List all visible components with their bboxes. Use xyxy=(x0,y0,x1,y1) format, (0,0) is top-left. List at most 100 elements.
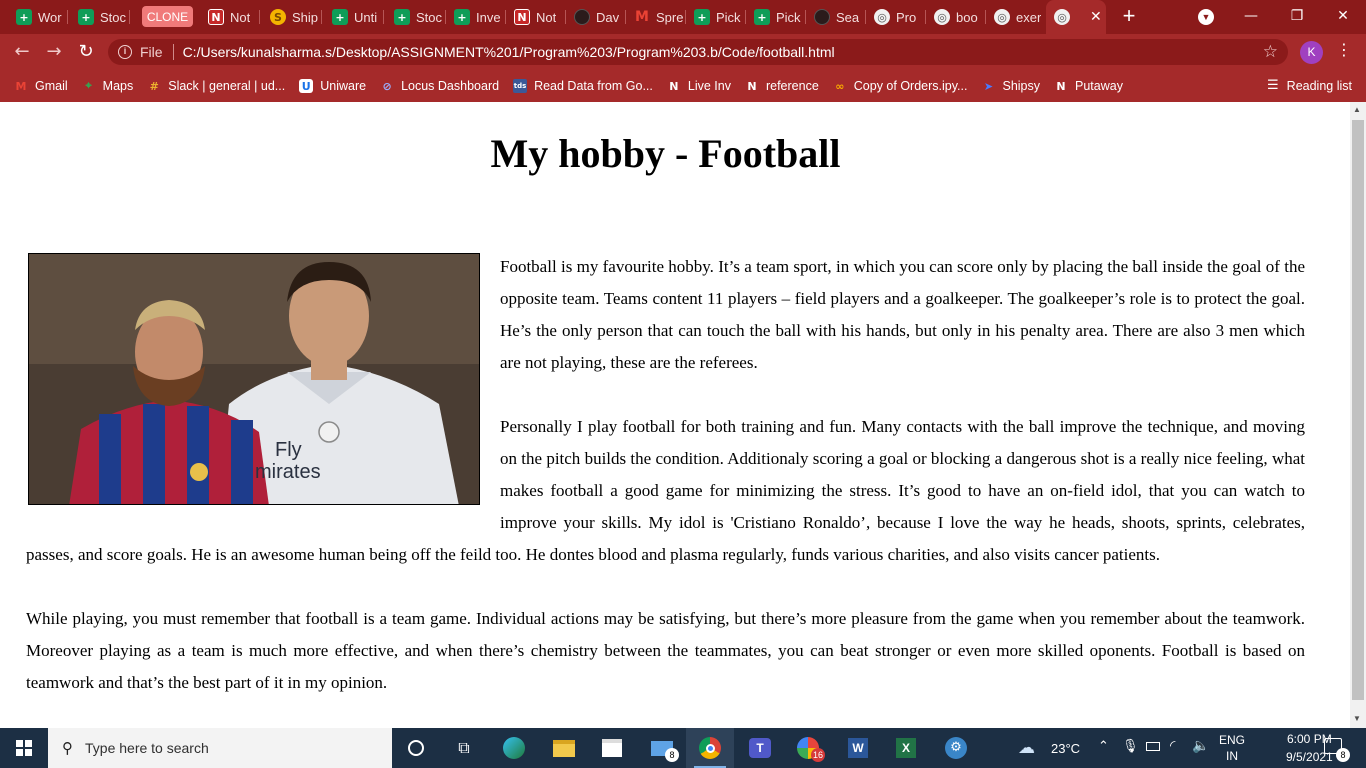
browser-tab[interactable]: + Pick xyxy=(746,4,806,30)
browser-tab[interactable]: M Spre xyxy=(626,4,686,30)
browser-tab[interactable]: N Not xyxy=(506,4,566,30)
cortana-icon[interactable] xyxy=(392,728,440,768)
address-bar[interactable]: i File C:/Users/kunalsharma.s/Desktop/AS… xyxy=(108,39,1288,65)
weather-temperature[interactable]: 23°C xyxy=(1051,741,1080,756)
shipsy-icon: S xyxy=(270,9,286,25)
browser-tab-strip: + Wor + Stoc CLONE N Not S Ship + Unti +… xyxy=(0,0,1366,34)
github-icon xyxy=(814,9,830,25)
colab-icon: ∞ xyxy=(835,79,845,93)
forward-icon[interactable]: → xyxy=(42,40,66,64)
uniware-icon: U xyxy=(299,79,314,93)
browser-toolbar: ← → ↻ i File C:/Users/kunalsharma.s/Desk… xyxy=(0,34,1366,70)
browser-tab[interactable]: + Wor xyxy=(8,4,68,30)
tab-search-icon[interactable]: ▼ xyxy=(1198,9,1214,25)
reload-icon[interactable]: ↻ xyxy=(74,40,98,64)
reading-list-button[interactable]: ☰ Reading list xyxy=(1267,78,1352,93)
wifi-icon[interactable]: ◜ xyxy=(1170,738,1175,754)
google-sheets-icon: + xyxy=(78,9,94,25)
bookmark-live-inv[interactable]: N Live Inv xyxy=(667,79,731,93)
chat-app-icon[interactable]: 16 xyxy=(784,728,832,768)
google-sheets-icon: + xyxy=(694,9,710,25)
browser-tab[interactable]: + Inve xyxy=(446,4,506,30)
taskbar-search[interactable]: ⚲ Type here to search xyxy=(48,728,392,768)
edge-icon[interactable] xyxy=(490,728,538,768)
bookmark-reference[interactable]: N reference xyxy=(745,79,818,93)
bookmark-copy-of-orders[interactable]: ∞ Copy of Orders.ipy... xyxy=(833,79,967,93)
battery-icon[interactable] xyxy=(1146,742,1160,751)
browser-tab[interactable]: + Stoc xyxy=(386,4,446,30)
profile-avatar[interactable]: K xyxy=(1300,41,1323,64)
tab-title: Not xyxy=(230,9,251,25)
scrollbar-thumb[interactable] xyxy=(1352,120,1364,700)
close-window-icon[interactable]: ✕ xyxy=(1320,0,1366,32)
weather-icon[interactable]: ☁ xyxy=(1018,738,1035,758)
google-sheets-icon: + xyxy=(454,9,470,25)
browser-tab[interactable]: + Stoc xyxy=(70,4,130,30)
app-settings-icon[interactable]: ⚙ xyxy=(932,728,980,768)
bookmark-locus-dashboard[interactable]: ⊘ Locus Dashboard xyxy=(380,79,499,93)
browser-tab[interactable]: + Pick xyxy=(686,4,746,30)
info-icon[interactable]: i xyxy=(118,45,132,59)
paragraph-teamwork: While playing, you must remember that fo… xyxy=(26,609,1305,692)
language-region: IN xyxy=(1226,749,1238,763)
back-icon[interactable]: ← xyxy=(10,40,34,64)
excel-icon[interactable]: X xyxy=(882,728,930,768)
page-scrollbar[interactable]: ▲ ▼ xyxy=(1350,102,1366,728)
tds-icon: tds xyxy=(513,79,528,93)
bookmark-read-data[interactable]: tds Read Data from Go... xyxy=(513,79,653,93)
google-sheets-icon: + xyxy=(394,9,410,25)
bookmark-shipsy[interactable]: ➤ Shipsy xyxy=(981,79,1040,93)
scroll-up-icon[interactable]: ▲ xyxy=(1353,105,1361,114)
tab-close-icon[interactable]: ✕ xyxy=(1090,9,1102,25)
reading-list-icon: ☰ xyxy=(1267,78,1279,93)
tab-title: exer xyxy=(1016,9,1042,25)
bookmark-slack[interactable]: # Slack | general | ud... xyxy=(147,79,286,93)
bookmark-gmail[interactable]: M Gmail xyxy=(14,79,68,93)
microphone-icon[interactable]: 🎙 xyxy=(1122,739,1139,754)
word-icon[interactable]: W xyxy=(834,728,882,768)
globe-icon: ◎ xyxy=(1054,9,1070,25)
browser-menu-icon[interactable]: ⋮ xyxy=(1336,40,1352,59)
browser-tab[interactable]: + Unti xyxy=(324,4,384,30)
tab-title: Pro xyxy=(896,9,917,25)
gmail-icon: M xyxy=(15,79,27,93)
clone-tab-group-chip[interactable]: CLONE xyxy=(142,6,193,27)
browser-tab[interactable]: S Ship xyxy=(262,4,322,30)
browser-tab[interactable]: ◎ exer xyxy=(986,4,1046,30)
bookmark-star-icon[interactable]: ☆ xyxy=(1263,42,1278,62)
minimize-icon[interactable]: — xyxy=(1228,0,1274,32)
bookmark-maps[interactable]: ⌖ Maps xyxy=(82,79,134,93)
volume-icon[interactable]: 🔈 xyxy=(1192,738,1209,754)
start-button[interactable] xyxy=(0,728,48,768)
browser-tab[interactable]: ◎ boo xyxy=(926,4,986,30)
restore-icon[interactable]: ❐ xyxy=(1274,0,1320,32)
new-tab-button[interactable]: + xyxy=(1118,5,1140,28)
mail-icon[interactable]: 8 xyxy=(638,728,686,768)
scheme-label: File xyxy=(140,44,163,60)
browser-tab[interactable]: ◎ Pro xyxy=(866,4,926,30)
page-viewport: My hobby - Football Fly mirates Football… xyxy=(0,102,1350,728)
store-icon[interactable] xyxy=(588,728,636,768)
teams-icon[interactable]: T xyxy=(736,728,784,768)
mail-badge: 8 xyxy=(665,748,679,762)
active-browser-tab[interactable]: ◎ ✕ xyxy=(1046,0,1106,34)
file-explorer-icon[interactable] xyxy=(540,728,588,768)
browser-tab[interactable]: Sea xyxy=(806,4,866,30)
jersey-sponsor-text: Fly xyxy=(275,439,302,461)
taskbar-search-placeholder: Type here to search xyxy=(85,740,209,756)
globe-icon: ◎ xyxy=(874,9,890,25)
chrome-icon[interactable] xyxy=(686,728,734,768)
task-view-icon[interactable]: ⧉ xyxy=(440,728,488,768)
url-text[interactable]: C:/Users/kunalsharma.s/Desktop/ASSIGNMEN… xyxy=(183,44,835,60)
article-body: Fly mirates Football is my favourite hob… xyxy=(26,251,1305,699)
browser-tab[interactable]: N Not xyxy=(200,4,260,30)
browser-tab[interactable]: Dav xyxy=(566,4,626,30)
google-sheets-icon: + xyxy=(332,9,348,25)
scroll-down-icon[interactable]: ▼ xyxy=(1353,714,1361,723)
language-indicator[interactable]: ENG xyxy=(1219,733,1245,747)
search-icon: ⚲ xyxy=(62,739,73,757)
locus-icon: ⊘ xyxy=(382,79,392,93)
bookmark-uniware[interactable]: U Uniware xyxy=(299,79,366,93)
show-hidden-icons-icon[interactable]: ⌃ xyxy=(1098,739,1109,754)
bookmark-putaway[interactable]: N Putaway xyxy=(1054,79,1123,93)
